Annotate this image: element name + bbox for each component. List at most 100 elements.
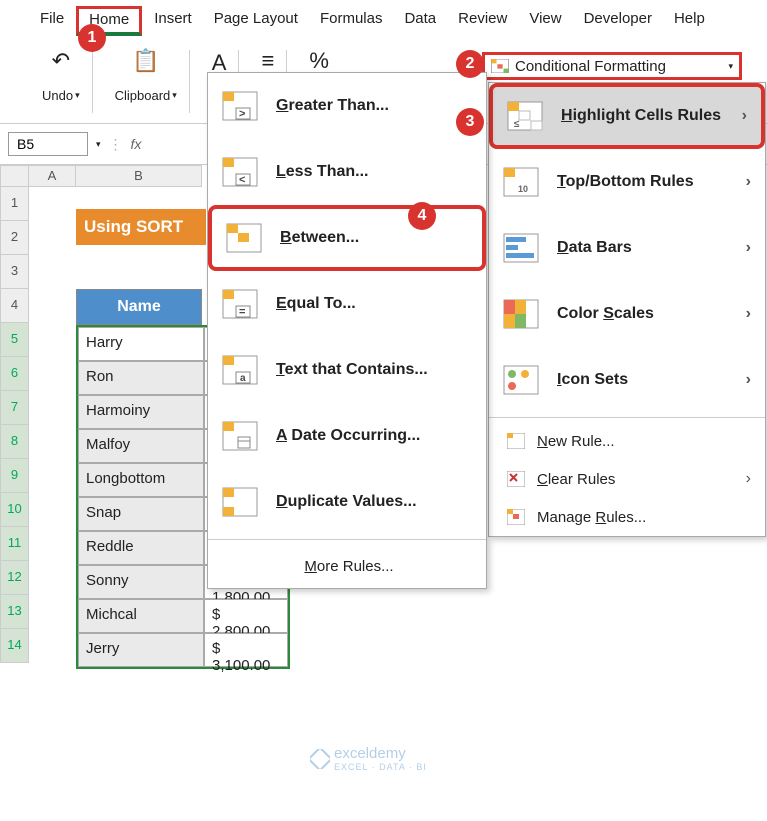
menu-between[interactable]: Between... bbox=[208, 205, 486, 271]
data-bars-icon bbox=[503, 233, 539, 263]
row-headers: 1 2 3 4 5 6 7 8 9 10 11 12 13 14 bbox=[0, 187, 29, 663]
watermark: exceldemy EXCEL · DATA · BI bbox=[310, 745, 427, 772]
tab-insert[interactable]: Insert bbox=[144, 6, 202, 36]
header-name-cell[interactable]: Name bbox=[76, 289, 202, 325]
row-header[interactable]: 11 bbox=[0, 527, 29, 561]
row-header[interactable]: 3 bbox=[0, 255, 29, 289]
watermark-icon bbox=[310, 749, 330, 769]
cell-value[interactable]: $ 2,800.00 bbox=[204, 599, 288, 633]
menu-label: Greater Than... bbox=[276, 97, 389, 115]
chevron-down-icon[interactable]: ▾ bbox=[96, 139, 101, 150]
cell-name[interactable]: Sonny bbox=[78, 565, 204, 599]
row-header[interactable]: 7 bbox=[0, 391, 29, 425]
menu-label: Icon Sets bbox=[557, 371, 628, 389]
watermark-brand: exceldemy bbox=[334, 745, 406, 762]
step-badge-3: 3 bbox=[456, 108, 484, 136]
date-occurring-icon bbox=[222, 421, 258, 451]
tab-view[interactable]: View bbox=[519, 6, 571, 36]
menu-separator bbox=[208, 539, 486, 540]
row-header[interactable]: 9 bbox=[0, 459, 29, 493]
menu-more-rules[interactable]: More Rules... bbox=[208, 544, 486, 588]
tab-review[interactable]: Review bbox=[448, 6, 517, 36]
conditional-formatting-icon bbox=[491, 59, 509, 73]
between-icon bbox=[226, 223, 262, 253]
menu-clear-rules[interactable]: Clear Rules › bbox=[489, 460, 765, 498]
row-header[interactable]: 12 bbox=[0, 561, 29, 595]
cell-name[interactable]: Longbottom bbox=[78, 463, 204, 497]
conditional-formatting-button[interactable]: Conditional Formatting ▾ bbox=[482, 52, 742, 80]
row-header[interactable]: 1 bbox=[0, 187, 29, 221]
menu-label: New Rule... bbox=[537, 433, 615, 450]
chevron-right-icon: › bbox=[746, 371, 751, 389]
svg-text:≤: ≤ bbox=[514, 119, 520, 130]
watermark-tag: EXCEL · DATA · BI bbox=[334, 762, 427, 772]
new-rule-icon bbox=[507, 433, 525, 449]
row-header[interactable]: 4 bbox=[0, 289, 29, 323]
cell-name[interactable]: Jerry bbox=[78, 633, 204, 667]
menu-date-occurring[interactable]: A Date Occurring... bbox=[208, 403, 486, 469]
menu-label: Manage Rules... bbox=[537, 509, 646, 526]
chevron-right-icon: › bbox=[746, 173, 751, 191]
cell-name[interactable]: Ron bbox=[78, 361, 204, 395]
select-all-corner[interactable] bbox=[0, 165, 29, 187]
cell-name[interactable]: Harry bbox=[78, 327, 204, 361]
cell-name[interactable]: Harmoiny bbox=[78, 395, 204, 429]
chevron-right-icon: › bbox=[746, 239, 751, 257]
svg-text:a: a bbox=[240, 373, 246, 384]
menu-data-bars[interactable]: Data Bars › bbox=[489, 215, 765, 281]
menu-manage-rules[interactable]: Manage Rules... bbox=[489, 498, 765, 536]
col-header-a[interactable]: A bbox=[29, 165, 76, 187]
cell-name[interactable]: Michcal bbox=[78, 599, 204, 633]
row-header[interactable]: 14 bbox=[0, 629, 29, 663]
equal-to-icon: = bbox=[222, 289, 258, 319]
fx-icon[interactable]: fx bbox=[131, 136, 142, 152]
menu-less-than[interactable]: < Less Than... bbox=[208, 139, 486, 205]
tab-page-layout[interactable]: Page Layout bbox=[204, 6, 308, 36]
column-headers: A B bbox=[29, 165, 202, 187]
row-header[interactable]: 2 bbox=[0, 221, 29, 255]
text-contains-icon: a bbox=[222, 355, 258, 385]
menu-label: More Rules... bbox=[304, 558, 393, 575]
clear-rules-icon bbox=[507, 471, 525, 487]
row-header[interactable]: 10 bbox=[0, 493, 29, 527]
cell-name[interactable]: Snap bbox=[78, 497, 204, 531]
row-header[interactable]: 6 bbox=[0, 357, 29, 391]
tab-developer[interactable]: Developer bbox=[574, 6, 662, 36]
menu-text-contains[interactable]: a Text that Contains... bbox=[208, 337, 486, 403]
tab-file[interactable]: File bbox=[30, 6, 74, 36]
cell-name[interactable]: Reddle bbox=[78, 531, 204, 565]
ribbon-clipboard-group[interactable]: 📋 Clipboard▾ bbox=[103, 50, 190, 113]
cell-name[interactable]: Malfoy bbox=[78, 429, 204, 463]
cell-value[interactable]: $ 3,100.00 bbox=[204, 633, 288, 667]
highlight-cells-icon: ≤ bbox=[507, 101, 543, 131]
menu-color-scales[interactable]: Color Scales › bbox=[489, 281, 765, 347]
row-header[interactable]: 13 bbox=[0, 595, 29, 629]
svg-text:<: < bbox=[239, 174, 245, 186]
menu-new-rule[interactable]: New Rule... bbox=[489, 422, 765, 460]
step-badge-1: 1 bbox=[78, 24, 106, 52]
menu-duplicate-values[interactable]: Duplicate Values... bbox=[208, 469, 486, 535]
tab-formulas[interactable]: Formulas bbox=[310, 6, 393, 36]
conditional-formatting-menu: ≤ HHighlight Cells Rulesighlight Cells R… bbox=[488, 82, 766, 537]
menu-label: Between... bbox=[280, 229, 359, 247]
menu-label: Clear Rules bbox=[537, 471, 615, 488]
top-bottom-icon: 10 bbox=[503, 167, 539, 197]
row-header[interactable]: 5 bbox=[0, 323, 29, 357]
menu-highlight-cells-rules[interactable]: ≤ HHighlight Cells Rulesighlight Cells R… bbox=[489, 83, 765, 149]
menu-greater-than[interactable]: > Greater Than... bbox=[208, 73, 486, 139]
duplicate-values-icon bbox=[222, 487, 258, 517]
tab-help[interactable]: Help bbox=[664, 6, 715, 36]
ribbon-undo-group[interactable]: ↶ Undo▾ bbox=[30, 50, 93, 113]
menu-separator bbox=[489, 417, 765, 418]
menu-label: Duplicate Values... bbox=[276, 493, 417, 511]
menu-label: Data Bars bbox=[557, 239, 632, 257]
tab-data[interactable]: Data bbox=[394, 6, 446, 36]
menu-equal-to[interactable]: = Equal To... bbox=[208, 271, 486, 337]
sheet-title-cell[interactable]: Using SORT bbox=[76, 209, 206, 245]
color-scales-icon bbox=[503, 299, 539, 329]
name-box[interactable] bbox=[8, 132, 88, 156]
menu-icon-sets[interactable]: Icon Sets › bbox=[489, 347, 765, 413]
col-header-b[interactable]: B bbox=[76, 165, 202, 187]
menu-top-bottom-rules[interactable]: 10 Top/Bottom Rules › bbox=[489, 149, 765, 215]
row-header[interactable]: 8 bbox=[0, 425, 29, 459]
